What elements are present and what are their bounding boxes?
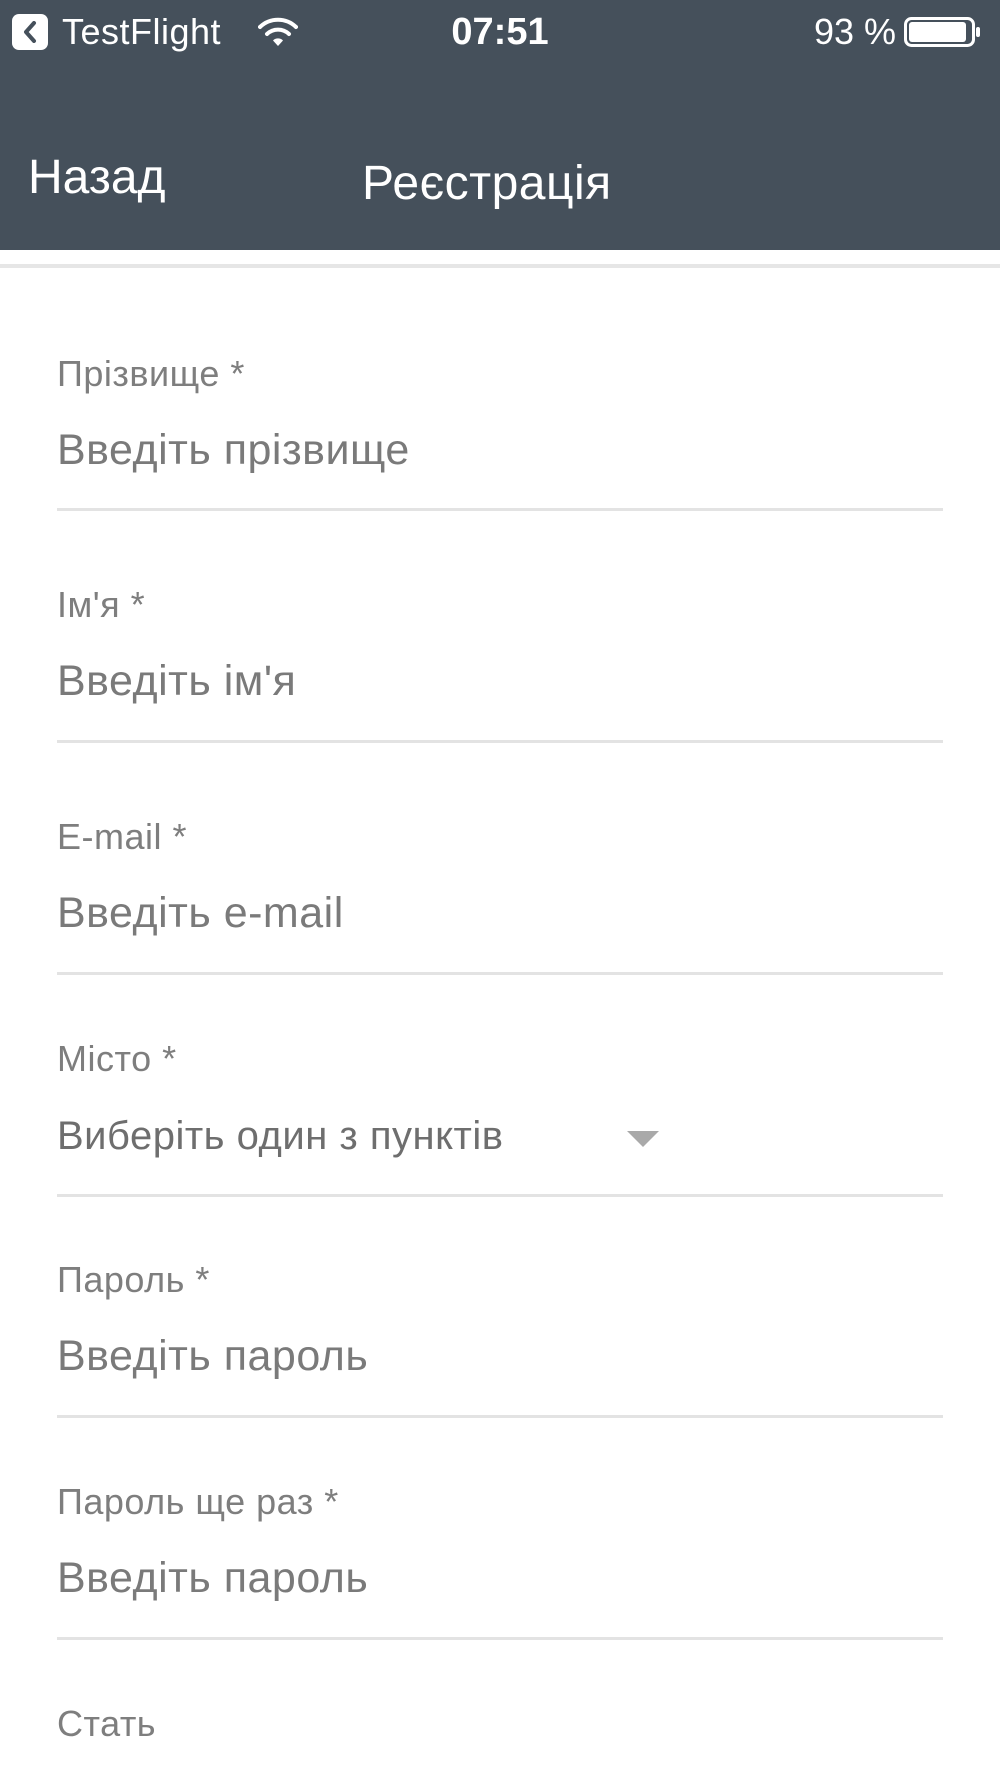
password-repeat-label: Пароль ще раз * — [57, 1481, 339, 1522]
gender-field: Стать — [57, 1700, 943, 1760]
city-label: Місто * — [57, 1038, 177, 1079]
first-name-label: Ім'я * — [57, 584, 146, 625]
email-input[interactable] — [57, 887, 857, 939]
battery-icon — [904, 17, 982, 47]
chevron-down-icon — [627, 1131, 659, 1147]
city-select-value: Виберіть один з пунктів — [57, 1114, 504, 1158]
password-label: Пароль * — [57, 1259, 210, 1300]
email-label: E-mail * — [57, 816, 188, 857]
page-title: Реєстрація — [362, 157, 612, 210]
last-name-label: Прізвище * — [57, 353, 245, 394]
app-header: TestFlight 07:51 93 % Назад Реєстрація — [0, 0, 1000, 250]
status-bar: TestFlight 07:51 93 % — [0, 0, 1000, 64]
gender-label: Стать — [57, 1703, 157, 1744]
nav-back-button[interactable]: Назад — [28, 150, 166, 206]
first-name-input[interactable] — [57, 655, 857, 707]
email-field: E-mail * — [57, 813, 943, 975]
password-input[interactable] — [57, 1330, 857, 1382]
first-name-field: Ім'я * — [57, 581, 943, 743]
password-repeat-input[interactable] — [57, 1552, 857, 1604]
city-field: Місто * Виберіть один з пунктів — [57, 1035, 943, 1197]
city-select[interactable]: Виберіть один з пунктів — [57, 1099, 943, 1179]
password-field: Пароль * — [57, 1256, 943, 1418]
password-repeat-field: Пароль ще раз * — [57, 1478, 943, 1640]
header-divider — [0, 264, 1000, 268]
last-name-input[interactable] — [57, 424, 857, 476]
last-name-field: Прізвище * — [57, 350, 943, 511]
battery-percentage: 93 % — [813, 11, 896, 52]
